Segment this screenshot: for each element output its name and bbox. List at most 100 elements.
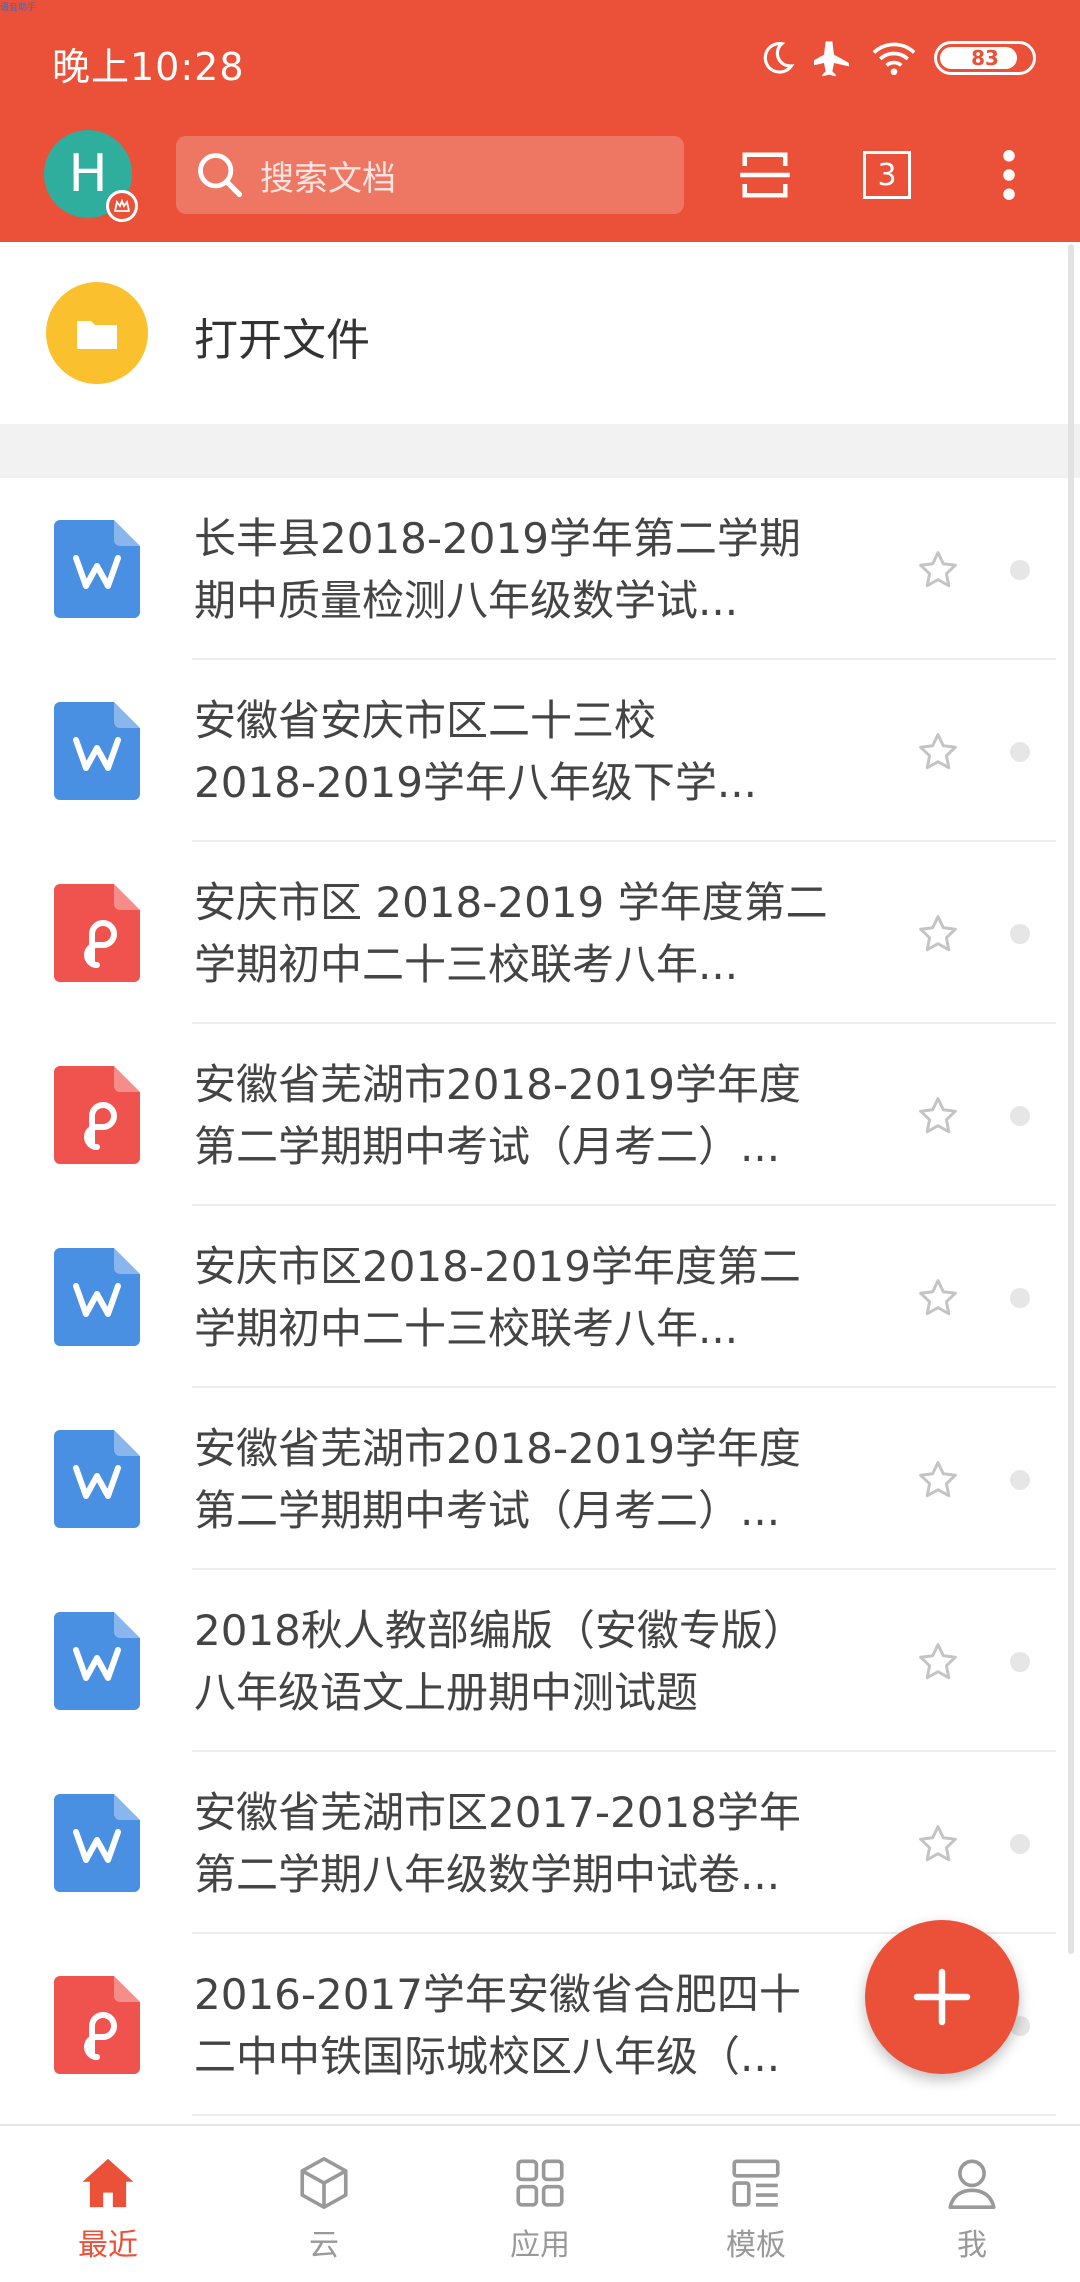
moon-icon	[763, 42, 795, 74]
word-doc-icon	[54, 520, 140, 618]
file-title: 2018秋人教部编版（安徽专版） 八年级语文上册期中测试题	[194, 1600, 874, 1724]
wifi-icon	[872, 42, 916, 76]
star-icon[interactable]	[916, 548, 960, 592]
bottom-navigation: 最近 云 应用 模板 我	[0, 2124, 1080, 2282]
cube-icon	[300, 2157, 348, 2209]
file-title: 安徽省芜湖市2018-2019学年度 第二学期期中考试（月考二）...	[194, 1418, 874, 1542]
scan-icon	[740, 152, 790, 198]
airplane-icon	[814, 41, 849, 77]
file-title: 安庆市区2018-2019学年度第二 学期初中二十三校联考八年...	[194, 1236, 874, 1360]
status-dot	[1010, 1652, 1030, 1672]
recent-files-list: 长丰县2018-2019学年第二学期 期中质量检测八年级数学试... 安徽省安庆…	[0, 478, 1080, 2116]
file-title-line1: 2016-2017学年安徽省合肥四十	[194, 1970, 801, 2019]
file-title: 安庆市区 2018-2019 学年度第二 学期初中二十三校联考八年...	[194, 872, 874, 996]
nav-item-templates[interactable]: 模板	[648, 2126, 864, 2282]
file-row[interactable]: 长丰县2018-2019学年第二学期 期中质量检测八年级数学试...	[0, 478, 1080, 660]
more-vertical-icon	[1003, 150, 1015, 200]
file-title-line1: 安徽省芜湖市2018-2019学年度	[194, 1060, 801, 1109]
pdf-doc-icon	[54, 1066, 140, 1164]
file-row[interactable]: 安徽省芜湖市区2017-2018学年 第二学期八年级数学期中试卷...	[0, 1752, 1080, 1934]
status-dot	[1010, 1106, 1030, 1126]
file-title-line1: 安徽省安庆市区二十三校	[194, 696, 657, 745]
star-icon[interactable]	[916, 912, 960, 956]
crown-icon	[106, 190, 138, 222]
battery-indicator: 83	[934, 41, 1036, 75]
search-icon	[198, 153, 243, 198]
pdf-doc-icon	[54, 1976, 140, 2074]
star-icon[interactable]	[916, 1458, 960, 1502]
word-doc-icon	[54, 1794, 140, 1892]
apps-grid-icon	[516, 2159, 564, 2207]
nav-item-me[interactable]: 我	[864, 2126, 1080, 2282]
file-title-line2: 第二学期八年级数学期中试卷...	[194, 1850, 781, 1899]
star-icon[interactable]	[916, 1276, 960, 1320]
scan-button[interactable]	[730, 140, 800, 210]
avatar[interactable]: H	[44, 130, 138, 222]
open-file-label: 打开文件	[194, 315, 370, 366]
open-file-row[interactable]: 打开文件	[0, 242, 1080, 424]
file-title-line1: 安庆市区 2018-2019 学年度第二	[194, 878, 828, 927]
template-icon	[732, 2159, 780, 2207]
section-separator	[0, 424, 1080, 478]
star-icon[interactable]	[916, 1822, 960, 1866]
person-icon	[948, 2159, 996, 2209]
plus-icon	[913, 1968, 971, 2026]
word-doc-icon	[54, 1430, 140, 1528]
status-dot	[1010, 742, 1030, 762]
file-title-line2: 学期初中二十三校联考八年...	[194, 1304, 739, 1353]
status-time: 晚上10:28	[52, 45, 245, 89]
home-icon	[82, 2158, 134, 2208]
status-dot	[1010, 1470, 1030, 1490]
file-title-line2: 学期初中二十三校联考八年...	[194, 940, 739, 989]
word-doc-icon	[54, 1612, 140, 1710]
pdf-doc-icon	[54, 884, 140, 982]
file-title-line2: 2018-2019学年八年级下学...	[194, 758, 757, 807]
file-title: 安徽省安庆市区二十三校 2018-2019学年八年级下学...	[194, 690, 874, 814]
file-row[interactable]: 安庆市区2018-2019学年度第二 学期初中二十三校联考八年...	[0, 1206, 1080, 1388]
file-title-line1: 长丰县2018-2019学年第二学期	[194, 514, 801, 563]
status-dot	[1010, 560, 1030, 580]
status-dot	[1010, 1834, 1030, 1854]
nav-label: 最近	[78, 2228, 138, 2263]
file-title-line1: 2018秋人教部编版（安徽专版）	[194, 1606, 805, 1655]
row-divider	[192, 2114, 1056, 2116]
tabs-button[interactable]: 3	[852, 140, 922, 210]
file-row[interactable]: 安庆市区 2018-2019 学年度第二 学期初中二十三校联考八年...	[0, 842, 1080, 1024]
new-document-button[interactable]	[865, 1920, 1019, 2074]
status-icons: 83	[758, 36, 1036, 80]
file-row[interactable]: 2018秋人教部编版（安徽专版） 八年级语文上册期中测试题	[0, 1570, 1080, 1752]
top-app-bar: 语音助手 晚上10:28 83 H 搜索文档 3	[0, 0, 1080, 242]
battery-level: 83	[971, 46, 999, 70]
star-icon[interactable]	[916, 1094, 960, 1138]
search-placeholder: 搜索文档	[260, 158, 396, 199]
file-title-line2: 二中中铁国际城校区八年级（...	[194, 2032, 781, 2081]
word-doc-icon	[54, 702, 140, 800]
file-row[interactable]: 安徽省芜湖市2018-2019学年度 第二学期期中考试（月考二）...	[0, 1024, 1080, 1206]
nav-item-cloud[interactable]: 云	[216, 2126, 432, 2282]
file-title-line2: 八年级语文上册期中测试题	[194, 1668, 699, 1717]
file-title: 安徽省芜湖市区2017-2018学年 第二学期八年级数学期中试卷...	[194, 1782, 874, 1906]
folder-icon	[46, 282, 148, 384]
star-icon[interactable]	[916, 730, 960, 774]
status-dot	[1010, 924, 1030, 944]
nav-label: 模板	[726, 2228, 786, 2263]
avatar-letter: H	[68, 144, 108, 204]
scrollbar[interactable]	[1068, 244, 1074, 1954]
more-menu-button[interactable]	[974, 140, 1044, 210]
tab-count: 3	[863, 151, 911, 199]
file-row[interactable]: 安徽省芜湖市2018-2019学年度 第二学期期中考试（月考二）...	[0, 1388, 1080, 1570]
nav-item-recent[interactable]: 最近	[0, 2126, 216, 2282]
nav-label: 应用	[510, 2228, 570, 2263]
file-title-line1: 安徽省芜湖市区2017-2018学年	[194, 1788, 801, 1837]
search-bar[interactable]: 搜索文档	[176, 136, 684, 214]
file-title-line1: 安徽省芜湖市2018-2019学年度	[194, 1424, 801, 1473]
file-title-line1: 安庆市区2018-2019学年度第二	[194, 1242, 801, 1291]
nav-item-apps[interactable]: 应用	[432, 2126, 648, 2282]
file-title: 安徽省芜湖市2018-2019学年度 第二学期期中考试（月考二）...	[194, 1054, 874, 1178]
word-doc-icon	[54, 1248, 140, 1346]
nav-label: 我	[957, 2228, 987, 2263]
file-row[interactable]: 安徽省安庆市区二十三校 2018-2019学年八年级下学...	[0, 660, 1080, 842]
top-left-tag: 语音助手	[0, 3, 37, 13]
file-title: 长丰县2018-2019学年第二学期 期中质量检测八年级数学试...	[194, 508, 874, 632]
star-icon[interactable]	[916, 1640, 960, 1684]
